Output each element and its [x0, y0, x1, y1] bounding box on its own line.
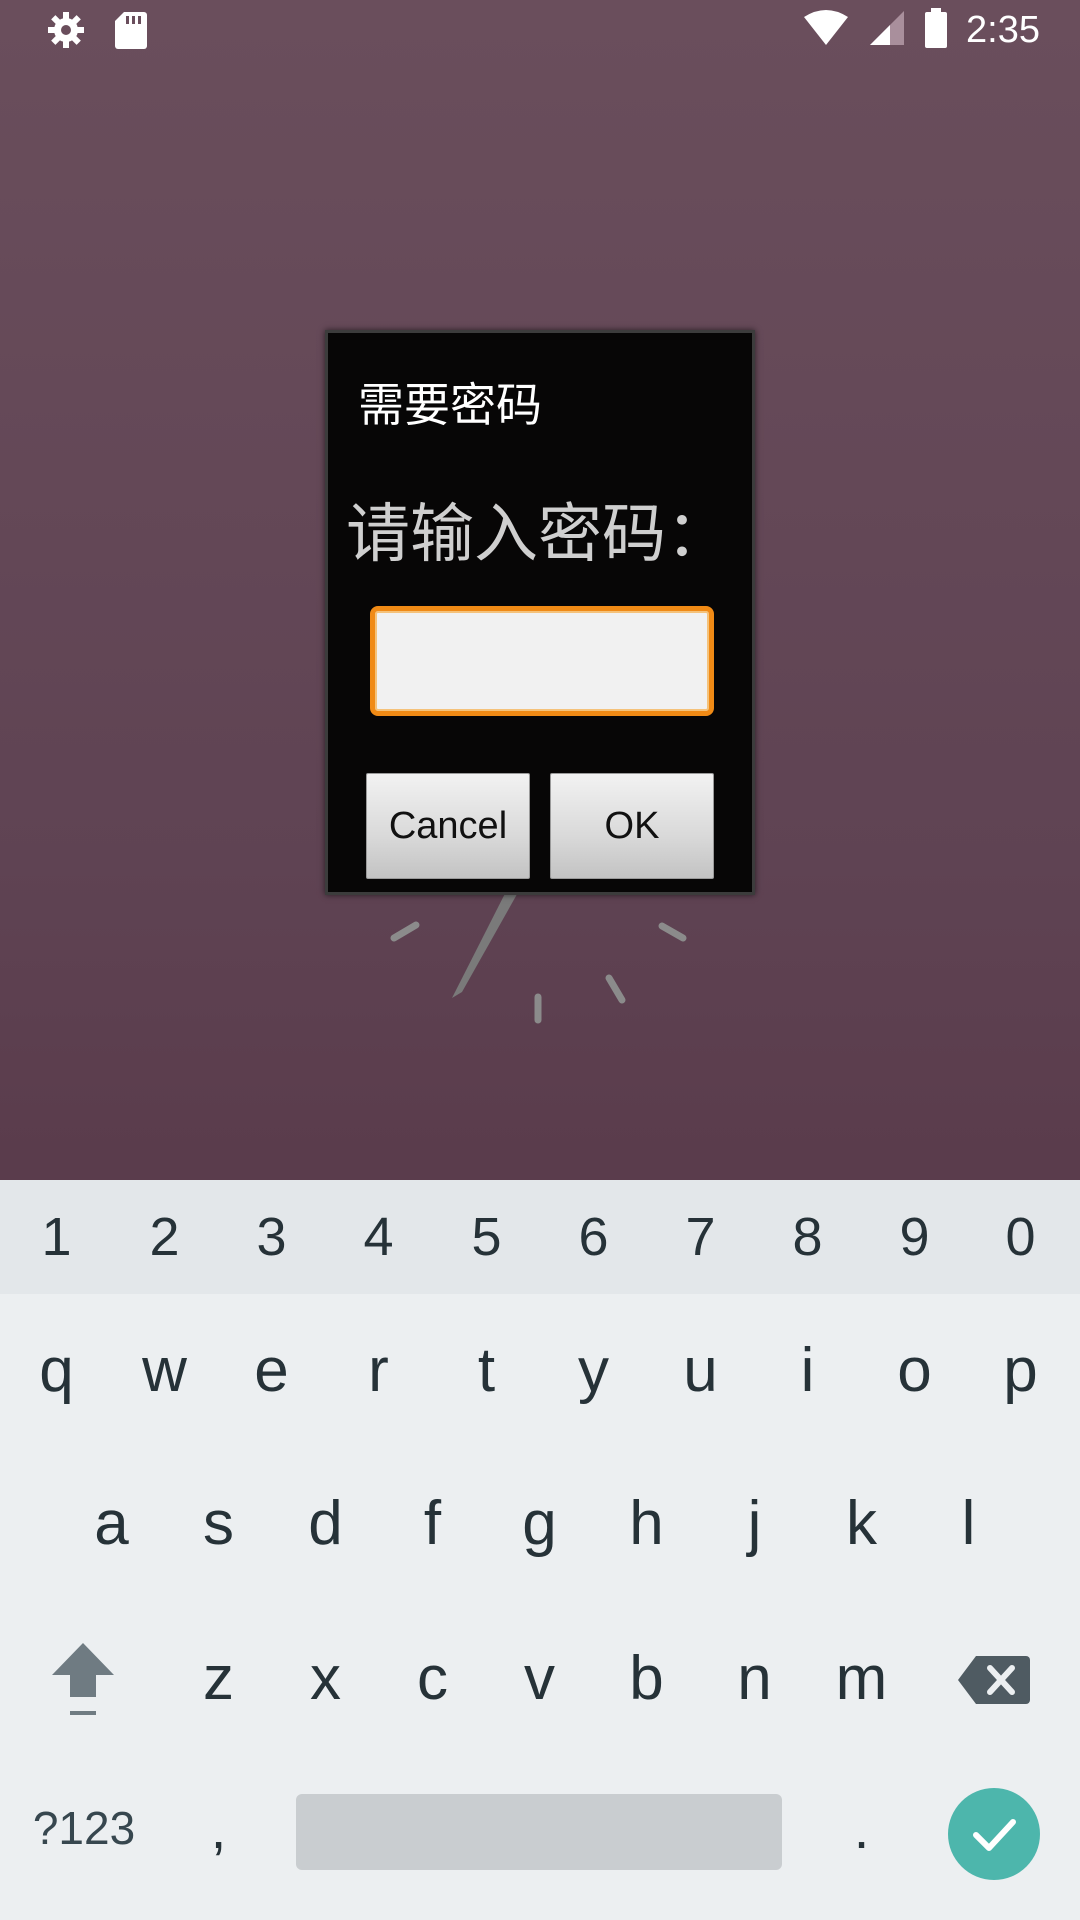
- key-p[interactable]: p: [967, 1295, 1074, 1445]
- soft-keyboard: 1 2 3 4 5 6 7 8 9 0 q w e r t y u i o p …: [0, 1180, 1080, 1920]
- key-k[interactable]: k: [808, 1448, 915, 1598]
- key-i[interactable]: i: [754, 1295, 861, 1445]
- key-2[interactable]: 2: [111, 1180, 218, 1294]
- symbols-key[interactable]: ?123: [24, 1753, 144, 1903]
- key-7[interactable]: 7: [647, 1180, 754, 1294]
- key-s[interactable]: s: [165, 1448, 272, 1598]
- shift-icon: [52, 1643, 114, 1715]
- key-z[interactable]: z: [165, 1603, 272, 1753]
- key-r[interactable]: r: [325, 1295, 432, 1445]
- dialog-title: 需要密码: [358, 378, 542, 432]
- cancel-button[interactable]: Cancel: [366, 773, 530, 879]
- dialog-message: 请输入密码：: [346, 498, 730, 572]
- key-d[interactable]: d: [272, 1448, 379, 1598]
- key-o[interactable]: o: [861, 1295, 968, 1445]
- key-1[interactable]: 1: [3, 1180, 110, 1294]
- key-3[interactable]: 3: [218, 1180, 325, 1294]
- password-dialog: 需要密码 请输入密码： Cancel OK: [325, 330, 755, 895]
- key-j[interactable]: j: [701, 1448, 808, 1598]
- key-5[interactable]: 5: [433, 1180, 540, 1294]
- number-row: 1 2 3 4 5 6 7 8 9 0: [0, 1180, 1080, 1294]
- key-c[interactable]: c: [379, 1603, 486, 1753]
- checkmark-icon: [973, 1819, 1016, 1851]
- period-key[interactable]: .: [808, 1753, 915, 1903]
- key-v[interactable]: v: [486, 1603, 593, 1753]
- key-q[interactable]: q: [3, 1295, 110, 1445]
- key-9[interactable]: 9: [861, 1180, 968, 1294]
- backspace-key[interactable]: [958, 1650, 1030, 1710]
- key-n[interactable]: n: [701, 1603, 808, 1753]
- key-f[interactable]: f: [379, 1448, 486, 1598]
- key-0[interactable]: 0: [967, 1180, 1074, 1294]
- key-u[interactable]: u: [647, 1295, 754, 1445]
- comma-key[interactable]: ,: [165, 1753, 272, 1903]
- backspace-icon: [958, 1656, 1030, 1704]
- ok-button[interactable]: OK: [550, 773, 714, 879]
- key-g[interactable]: g: [486, 1448, 593, 1598]
- key-8[interactable]: 8: [754, 1180, 861, 1294]
- key-h[interactable]: h: [593, 1448, 700, 1598]
- key-4[interactable]: 4: [325, 1180, 432, 1294]
- enter-key[interactable]: [948, 1788, 1040, 1880]
- key-6[interactable]: 6: [540, 1180, 647, 1294]
- key-b[interactable]: b: [593, 1603, 700, 1753]
- key-t[interactable]: t: [433, 1295, 540, 1445]
- key-m[interactable]: m: [808, 1603, 915, 1753]
- key-y[interactable]: y: [540, 1295, 647, 1445]
- key-a[interactable]: a: [58, 1448, 165, 1598]
- shift-key[interactable]: [38, 1635, 128, 1725]
- key-w[interactable]: w: [111, 1295, 218, 1445]
- password-input[interactable]: [370, 606, 714, 716]
- key-l[interactable]: l: [915, 1448, 1022, 1598]
- key-x[interactable]: x: [272, 1603, 379, 1753]
- space-bar[interactable]: [296, 1794, 782, 1870]
- key-e[interactable]: e: [218, 1295, 325, 1445]
